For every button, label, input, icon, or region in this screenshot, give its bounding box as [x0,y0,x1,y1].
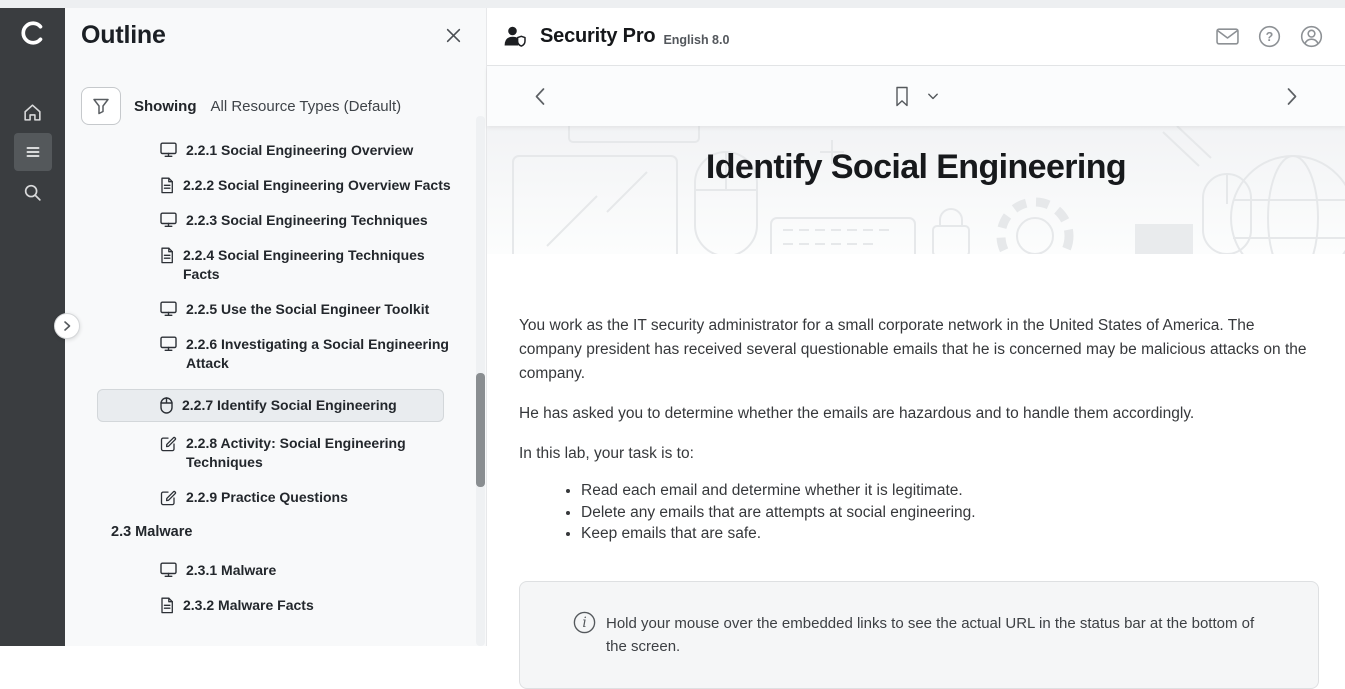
outline-item-selected[interactable]: 2.2.7 Identify Social Engineering [97,389,444,422]
document-icon [160,177,174,194]
sidebar-item-home[interactable] [14,93,52,131]
product-title: Security Pro [540,25,655,48]
outline-item[interactable]: 2.2.8 Activity: Social Engineering Techn… [160,434,486,472]
main-area: Security Pro English 8.0 ? [486,8,1345,646]
chevron-left-icon [533,87,547,106]
task-item: Read each email and determine whether it… [581,480,1259,502]
bookmark-button[interactable] [894,86,911,107]
document-icon [160,247,174,264]
chevron-right-icon [61,320,73,332]
showing-label: Showing [134,98,197,115]
account-icon [1300,25,1323,48]
sidebar-item-outline[interactable] [14,133,52,171]
course-header: Security Pro English 8.0 ? [487,8,1345,66]
outline-panel: Outline Showing All Resource Types (Defa… [65,8,486,646]
close-outline-button[interactable] [441,23,466,48]
product-version: English 8.0 [663,33,729,47]
outline-item[interactable]: 2.3.1 Malware [160,561,486,580]
account-button[interactable] [1300,25,1323,48]
next-lesson-button[interactable] [1285,87,1299,106]
filter-funnel-icon [91,97,111,116]
scenario-paragraph: You work as the IT security administrato… [519,314,1319,386]
presentation-icon [160,142,177,158]
task-list: Read each email and determine whether it… [519,480,1259,545]
outline-item[interactable]: 2.2.2 Social Engineering Overview Facts [160,176,486,195]
scenario-paragraph: He has asked you to determine whether th… [519,402,1319,426]
mail-icon [1216,28,1239,45]
help-icon: ? [1258,25,1281,48]
help-button[interactable]: ? [1258,25,1281,48]
document-icon [160,597,174,614]
search-icon [22,182,43,203]
lesson-nav [487,66,1345,126]
close-icon [445,27,462,44]
home-icon [22,102,43,123]
previous-lesson-button[interactable] [533,87,547,106]
outline-list: 2.2.1 Social Engineering Overview 2.2.2 … [65,141,486,615]
outline-item[interactable]: 2.2.4 Social Engineering Techniques Fact… [160,246,486,284]
lesson-banner: Identify Social Engineering [487,126,1345,254]
info-text: Hold your mouse over the embedded links … [606,612,1276,658]
presentation-icon [160,212,177,228]
mouse-icon [160,397,173,414]
tech-pattern-background [487,126,1345,254]
presentation-icon [160,301,177,317]
outline-item[interactable]: 2.2.1 Social Engineering Overview [160,141,486,160]
filter-button[interactable] [81,87,121,125]
page-title: Identify Social Engineering [487,148,1345,187]
outline-item[interactable]: 2.2.3 Social Engineering Techniques [160,211,486,230]
presentation-icon [160,562,177,578]
svg-text:i: i [582,615,586,631]
outline-item[interactable]: 2.2.5 Use the Social Engineer Toolkit [160,300,486,319]
svg-text:?: ? [1266,30,1274,44]
app-logo-icon[interactable] [20,20,46,51]
info-icon: i [572,610,597,640]
filter-row: Showing All Resource Types (Default) [81,87,486,125]
info-callout: i Hold your mouse over the embedded link… [519,581,1319,689]
task-item: Delete any emails that are attempts at s… [581,502,1259,524]
edit-icon [160,435,177,452]
bookmark-icon [894,86,911,107]
bookmark-menu-button[interactable] [928,93,939,100]
outline-title: Outline [81,21,166,50]
messages-button[interactable] [1216,28,1239,45]
outline-item[interactable]: 2.3.2 Malware Facts [160,596,486,615]
lesson-content: You work as the IT security administrato… [487,254,1345,689]
task-lead-in: In this lab, your task is to: [519,442,1319,466]
chevron-right-icon [1285,87,1299,106]
task-item: Keep emails that are safe. [581,523,1259,545]
collapse-panel-button[interactable] [54,313,80,339]
outline-item[interactable]: 2.2.6 Investigating a Social Engineering… [160,335,486,373]
chevron-down-icon [928,93,939,100]
edit-icon [160,489,177,506]
sidebar-item-search[interactable] [14,173,52,211]
top-strip [0,0,1345,8]
outline-item[interactable]: 2.2.9 Practice Questions [160,488,486,507]
outline-scrollbar-thumb[interactable] [476,373,485,487]
presentation-icon [160,336,177,352]
outline-scrollbar[interactable] [476,116,485,646]
filter-value: All Resource Types (Default) [211,98,402,115]
outline-section-header[interactable]: 2.3 Malware [111,523,486,542]
menu-icon [23,142,43,162]
person-shield-icon [503,25,530,49]
